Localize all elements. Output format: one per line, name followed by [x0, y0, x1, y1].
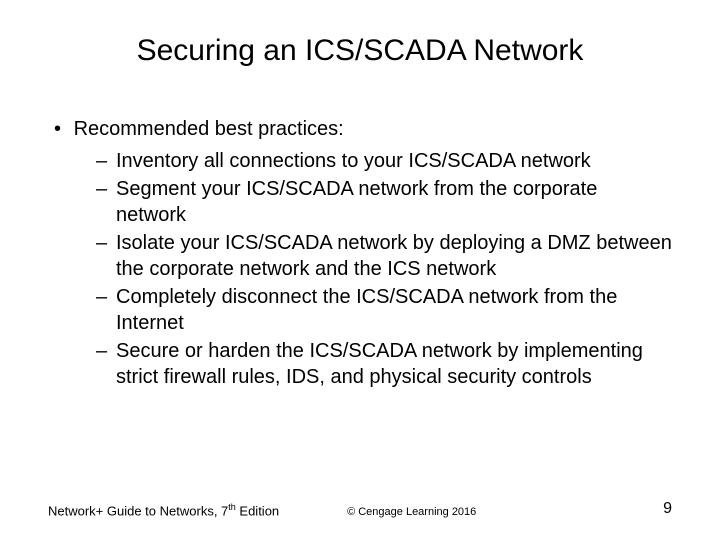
- page-number: 9: [663, 500, 672, 518]
- dash-icon: –: [96, 338, 116, 390]
- lead-text: Recommended best practices:: [74, 118, 344, 140]
- slide: Securing an ICS/SCADA Network • Recommen…: [0, 0, 720, 540]
- dash-icon: –: [96, 176, 116, 228]
- slide-body: • Recommended best practices: – Inventor…: [48, 116, 672, 390]
- list-item: – Secure or harden the ICS/SCADA network…: [96, 338, 672, 390]
- slide-title: Securing an ICS/SCADA Network: [48, 34, 672, 68]
- list-item: – Isolate your ICS/SCADA network by depl…: [96, 230, 672, 282]
- item-text: Segment your ICS/SCADA network from the …: [116, 176, 672, 228]
- slide-footer: Network+ Guide to Networks, 7th Edition …: [48, 500, 672, 518]
- list-item: – Completely disconnect the ICS/SCADA ne…: [96, 284, 672, 336]
- list-item: – Segment your ICS/SCADA network from th…: [96, 176, 672, 228]
- copyright: © Cengage Learning 2016: [347, 506, 476, 518]
- item-text: Secure or harden the ICS/SCADA network b…: [116, 338, 672, 390]
- item-text: Completely disconnect the ICS/SCADA netw…: [116, 284, 672, 336]
- book-title-pre: Network+ Guide to Networks, 7: [48, 503, 228, 518]
- item-text: Isolate your ICS/SCADA network by deploy…: [116, 230, 672, 282]
- item-text: Inventory all connections to your ICS/SC…: [116, 148, 672, 174]
- list-item: – Inventory all connections to your ICS/…: [96, 148, 672, 174]
- lead-bullet: • Recommended best practices:: [54, 116, 672, 142]
- dash-icon: –: [96, 284, 116, 336]
- ordinal-sup: th: [228, 502, 236, 512]
- footer-left: Network+ Guide to Networks, 7th Edition: [48, 502, 279, 518]
- sub-list: – Inventory all connections to your ICS/…: [54, 148, 672, 390]
- dash-icon: –: [96, 230, 116, 282]
- bullet-dot: •: [54, 116, 68, 142]
- book-title-post: Edition: [236, 503, 279, 518]
- dash-icon: –: [96, 148, 116, 174]
